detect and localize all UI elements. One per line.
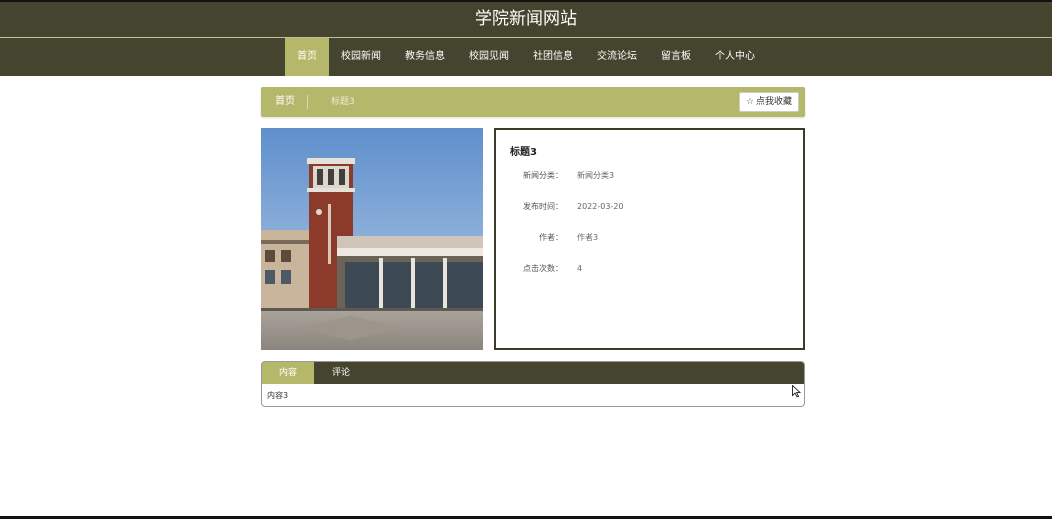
tab-bar: 内容 评论 [262,362,804,384]
nav-item-campus-stories[interactable]: 校园见闻 [457,38,521,76]
nav-item-campus-news[interactable]: 校园新闻 [329,38,393,76]
nav-item-home[interactable]: 首页 [285,38,329,76]
breadcrumb-separator [307,95,308,109]
info-row-publish-time: 发布时间： 2022-03-20 [496,201,786,213]
nav-item-academic-info[interactable]: 教务信息 [393,38,457,76]
nav-item-club-info[interactable]: 社团信息 [521,38,585,76]
site-title: 学院新闻网站 [475,9,577,29]
site-header: 学院新闻网站 [0,2,1052,37]
nav-item-forum[interactable]: 交流论坛 [585,38,649,76]
article-title: 标题3 [510,147,537,158]
breadcrumb-home-link[interactable]: 首页 [275,87,295,117]
article-info-panel: 标题3 新闻分类： 新闻分类3 发布时间： 2022-03-20 作者： 作者3… [494,128,805,350]
info-value: 4 [577,264,583,273]
info-value: 作者3 [577,233,599,242]
tab-comments[interactable]: 评论 [318,362,364,384]
content-tabs: 内容 评论 内容3 [261,361,805,407]
info-label: 点击次数： [523,264,563,273]
info-row-click-count: 点击次数： 4 [496,263,786,275]
tab-content[interactable]: 内容 [262,362,314,384]
info-value: 新闻分类3 [577,171,615,180]
favorite-button[interactable]: ☆ 点我收藏 [739,92,799,112]
main-nav: 首页 校园新闻 教务信息 校园见闻 社团信息 交流论坛 留言板 个人中心 [0,38,1052,76]
tab-content-body: 内容3 [267,391,289,400]
breadcrumb-current: 标题3 [331,97,355,107]
info-label: 作者： [539,233,563,242]
info-label: 发布时间： [523,202,563,211]
breadcrumb: 首页 标题3 ☆ 点我收藏 [261,87,805,117]
info-row-category: 新闻分类： 新闻分类3 [496,170,786,182]
star-icon: ☆ [745,97,755,107]
nav-item-message-board[interactable]: 留言板 [649,38,703,76]
favorite-button-label: 点我收藏 [756,97,793,107]
mouse-cursor-icon [792,383,802,402]
info-label: 新闻分类： [523,171,563,180]
info-value: 2022-03-20 [577,202,624,211]
news-photo [261,128,483,350]
info-row-author: 作者： 作者3 [496,232,786,244]
nav-item-user-center[interactable]: 个人中心 [703,38,767,76]
